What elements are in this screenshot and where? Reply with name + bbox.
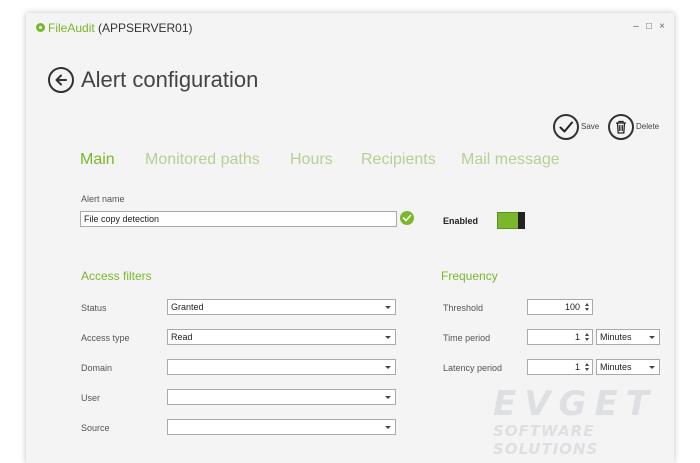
stepper-down-icon[interactable]: [585, 338, 589, 341]
chevron-down-icon: [385, 336, 391, 339]
toggle-knob: [518, 212, 525, 229]
status-label: Status: [81, 303, 107, 313]
time-period-stepper[interactable]: 1: [527, 329, 593, 345]
chevron-down-icon: [649, 336, 655, 339]
alert-name-field[interactable]: File copy detection: [80, 211, 397, 227]
access-filters-heading: Access filters: [81, 269, 152, 283]
status-select[interactable]: Granted: [167, 299, 396, 315]
user-label: User: [81, 393, 101, 403]
domain-label: Domain: [81, 363, 113, 373]
stepper-down-icon[interactable]: [585, 308, 589, 311]
trash-icon: [616, 120, 626, 134]
enabled-toggle[interactable]: [497, 212, 525, 229]
latency-period-value: 1: [574, 362, 580, 372]
chevron-down-icon: [385, 396, 391, 399]
app-logo-icon: [36, 23, 45, 32]
stepper-down-icon[interactable]: [585, 368, 589, 371]
maximize-button[interactable]: □: [643, 21, 655, 32]
access-type-select[interactable]: Read: [167, 329, 396, 345]
source-select[interactable]: [167, 419, 396, 435]
delete-circle: [608, 114, 634, 140]
tab-mail-message[interactable]: Mail message: [461, 151, 560, 169]
latency-period-unit-select[interactable]: Minutes: [596, 359, 660, 375]
enabled-label: Enabled: [443, 216, 479, 226]
back-arrow-icon: [55, 74, 67, 86]
tab-monitored-paths[interactable]: Monitored paths: [145, 151, 260, 169]
save-label: Save: [581, 122, 600, 131]
save-circle: [553, 114, 579, 140]
page-title: Alert configuration: [81, 67, 259, 92]
close-button[interactable]: ×: [656, 21, 668, 32]
checkmark-icon: [559, 121, 573, 133]
chevron-down-icon: [385, 366, 391, 369]
time-period-unit: Minutes: [600, 332, 632, 342]
latency-period-label: Latency period: [443, 363, 503, 373]
access-type-label: Access type: [81, 333, 130, 343]
tab-recipients[interactable]: Recipients: [361, 151, 436, 169]
server-name: (APPSERVER01): [98, 21, 193, 35]
frequency-heading: Frequency: [441, 269, 498, 283]
latency-period-unit: Minutes: [600, 362, 632, 372]
watermark-tagline: SOFTWARE SOLUTIONS: [493, 422, 599, 458]
source-label: Source: [81, 423, 110, 433]
threshold-label: Threshold: [443, 303, 484, 313]
chevron-down-icon: [385, 426, 391, 429]
domain-select[interactable]: [167, 359, 396, 375]
user-select[interactable]: [167, 389, 396, 405]
validation-status: [400, 211, 414, 225]
threshold-stepper[interactable]: 100: [527, 299, 593, 315]
alert-name-label: Alert name: [81, 194, 125, 204]
latency-period-stepper[interactable]: 1: [527, 359, 593, 375]
stepper-up-icon[interactable]: [585, 363, 589, 366]
app-brand: FileAudit: [48, 21, 95, 35]
window-title: FileAudit (APPSERVER01): [48, 21, 193, 35]
time-period-value: 1: [574, 332, 580, 342]
status-value: Granted: [171, 302, 204, 312]
back-button[interactable]: [48, 67, 74, 93]
threshold-value: 100: [564, 302, 580, 312]
stepper-up-icon[interactable]: [585, 333, 589, 336]
chevron-down-icon: [385, 306, 391, 309]
stepper-up-icon[interactable]: [585, 303, 589, 306]
minimize-button[interactable]: –: [630, 21, 642, 32]
time-period-unit-select[interactable]: Minutes: [596, 329, 660, 345]
watermark-brand: EVGET: [493, 384, 657, 424]
access-type-value: Read: [171, 332, 193, 342]
title-bar: FileAudit (APPSERVER01) – □ ×: [26, 13, 674, 43]
check-ok-icon: [402, 214, 412, 222]
chevron-down-icon: [649, 366, 655, 369]
tab-hours[interactable]: Hours: [290, 151, 333, 169]
time-period-label: Time period: [443, 333, 491, 343]
tab-main[interactable]: Main: [80, 151, 115, 169]
delete-label: Delete: [636, 122, 660, 131]
watermark: EVGET SOFTWARE SOLUTIONS: [493, 386, 683, 458]
